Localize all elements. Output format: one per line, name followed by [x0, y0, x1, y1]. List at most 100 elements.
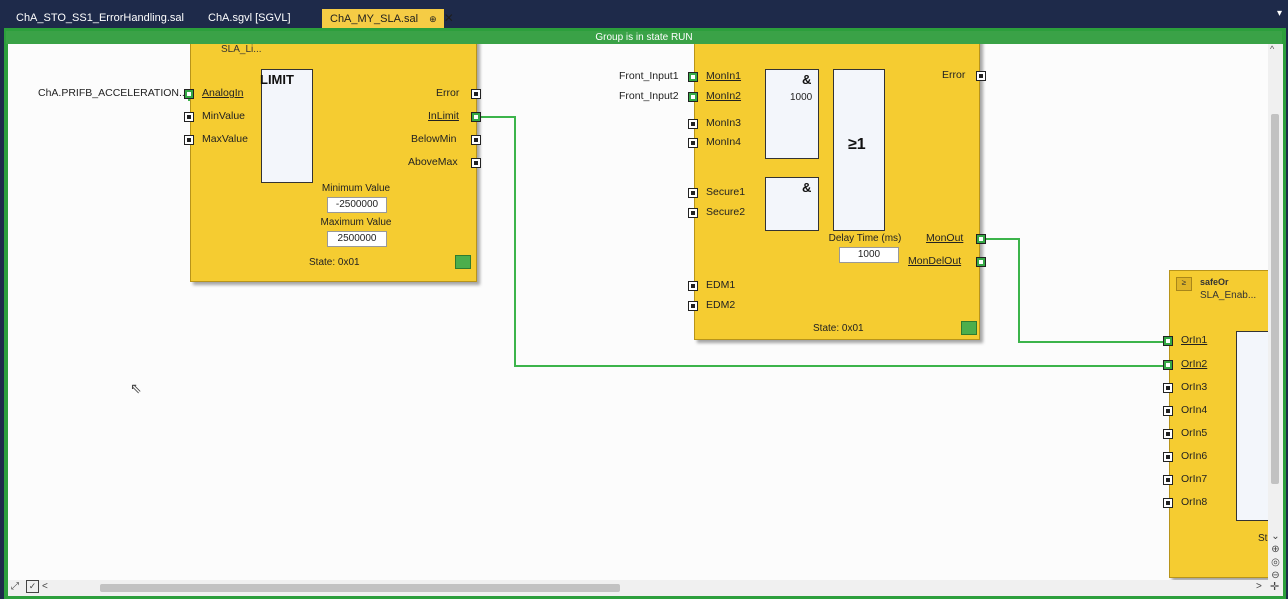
safeor-block[interactable]: ≥ safeOr SLA_Enab... St — [1169, 270, 1268, 578]
horizontal-scroll-thumb[interactable] — [100, 584, 620, 592]
port-mondelout[interactable] — [976, 257, 986, 267]
port-edm1[interactable] — [688, 281, 698, 291]
tool-check-icon[interactable]: ✓ — [26, 580, 39, 593]
port-secure2[interactable] — [688, 208, 698, 218]
pin-label-analogin: AnalogIn — [202, 87, 244, 99]
scroll-down-icon[interactable]: ⌄ — [1268, 530, 1283, 543]
external-input-label-2: Front_Input2 — [619, 90, 679, 102]
close-icon[interactable]: ✕ — [444, 11, 454, 25]
zoom-fit-icon[interactable]: ◎ — [1268, 556, 1283, 569]
pin-label-abovemax: AboveMax — [408, 156, 458, 168]
limit-label: LIMIT — [260, 72, 294, 87]
pin-label-monin1: MonIn1 — [706, 70, 742, 82]
and-gate-1: & 1000 — [765, 69, 819, 159]
pan-icon[interactable]: ✛ — [1270, 580, 1279, 593]
pin-label-orin6: OrIn6 — [1181, 450, 1208, 462]
port-orin5[interactable] — [1163, 429, 1173, 439]
block-title: safeOr — [1200, 277, 1229, 287]
horizontal-scrollbar[interactable]: ⤢ ✓ < > ✛ — [8, 580, 1283, 596]
or-label: ≥1 — [848, 136, 866, 153]
and-label-2: & — [802, 180, 812, 195]
tab-my-sla[interactable]: ChA_MY_SLA.sal ⊕ ✕ — [322, 9, 454, 28]
and-gate-2: & — [765, 177, 819, 231]
pin-label-orin8: OrIn8 — [1181, 496, 1208, 508]
port-orin1[interactable] — [1163, 336, 1173, 346]
pin-label-orin5: OrIn5 — [1181, 427, 1208, 439]
port-inlimit[interactable] — [471, 112, 481, 122]
port-minvalue[interactable] — [184, 112, 194, 122]
port-orin8[interactable] — [1163, 498, 1173, 508]
port-mon-error[interactable] — [976, 71, 986, 81]
status-indicator — [455, 255, 471, 269]
tool-select-icon[interactable]: ⤢ — [11, 581, 19, 592]
block-title: SLA_Li... — [221, 44, 262, 55]
port-orin3[interactable] — [1163, 383, 1173, 393]
or-gate: ≥1 — [833, 69, 885, 231]
vertical-scrollbar[interactable]: ^ — [1268, 44, 1283, 580]
pin-label-orin3: OrIn3 — [1181, 381, 1208, 393]
or-gate-safeor — [1236, 331, 1268, 521]
port-monin3[interactable] — [688, 119, 698, 129]
port-analogin[interactable] — [184, 89, 194, 99]
limit-function-box: LIMIT — [260, 69, 313, 183]
max-value-field[interactable]: 2500000 — [327, 231, 387, 247]
max-value-label: Maximum Value — [320, 217, 392, 228]
tab-errorhandling[interactable]: ChA_STO_SS1_ErrorHandling.sal — [8, 9, 184, 28]
wire-monout-orin1 — [982, 238, 1163, 343]
min-value-label: Minimum Value — [321, 183, 391, 194]
pin-label-edm2: EDM2 — [706, 299, 736, 311]
pin-label-orin2: OrIn2 — [1181, 358, 1208, 370]
status-indicator — [961, 321, 977, 335]
scroll-right-icon[interactable]: > — [1256, 581, 1262, 592]
port-belowmin[interactable] — [471, 135, 481, 145]
state-text: St — [1258, 533, 1268, 544]
min-value-field[interactable]: -2500000 — [327, 197, 387, 213]
delay-time-label: Delay Time (ms) — [828, 233, 902, 244]
scroll-left-icon[interactable]: < — [42, 581, 48, 592]
port-error[interactable] — [471, 89, 481, 99]
port-maxvalue[interactable] — [184, 135, 194, 145]
port-abovemax[interactable] — [471, 158, 481, 168]
tab-sgvl[interactable]: ChA.sgvl [SGVL] — [200, 9, 300, 28]
port-monin1[interactable] — [688, 72, 698, 82]
port-orin7[interactable] — [1163, 475, 1173, 485]
pin-label-mon-error: Error — [942, 69, 966, 81]
pin-label-orin1: OrIn1 — [1181, 334, 1208, 346]
pin-label-secure1: Secure1 — [706, 186, 746, 198]
document-tab-bar: ChA_STO_SS1_ErrorHandling.sal ChA.sgvl [… — [0, 0, 1288, 28]
zoom-controls: ⌄ ⊕ ◎ ⊖ — [1268, 530, 1283, 582]
tab-label: ChA_MY_SLA.sal — [330, 13, 419, 25]
scroll-up-icon[interactable]: ^ — [1270, 44, 1274, 54]
port-orin6[interactable] — [1163, 452, 1173, 462]
state-text: State: 0x01 — [813, 323, 864, 334]
vertical-scroll-thumb[interactable] — [1271, 114, 1279, 484]
pin-label-monin3: MonIn3 — [706, 117, 742, 129]
delay-time-field[interactable]: 1000 — [839, 247, 899, 263]
zoom-in-icon[interactable]: ⊕ — [1268, 543, 1283, 556]
external-input-label-1: Front_Input1 — [619, 70, 679, 82]
tab-label: ChA.sgvl [SGVL] — [208, 12, 291, 24]
pin-label-orin7: OrIn7 — [1181, 473, 1208, 485]
block-subtitle: SLA_Enab... — [1200, 290, 1257, 301]
pin-label-monout: MonOut — [926, 232, 964, 244]
pin-label-inlimit: InLimit — [428, 110, 459, 122]
port-monout[interactable] — [976, 234, 986, 244]
tab-label: ChA_STO_SS1_ErrorHandling.sal — [16, 12, 184, 24]
port-monin4[interactable] — [688, 138, 698, 148]
pin-icon[interactable]: ⊕ — [429, 14, 437, 24]
port-monin2[interactable] — [688, 92, 698, 102]
dropdown-arrow-icon[interactable]: ▾ — [1277, 8, 1282, 19]
pin-label-monin4: MonIn4 — [706, 136, 742, 148]
group-state-bar: Group is in state RUN — [6, 31, 1282, 44]
port-orin2[interactable] — [1163, 360, 1173, 370]
pin-label-edm1: EDM1 — [706, 279, 736, 291]
port-edm2[interactable] — [688, 301, 698, 311]
pin-label-error: Error — [436, 87, 460, 99]
port-orin4[interactable] — [1163, 406, 1173, 416]
timer-value: 1000 — [790, 92, 813, 103]
pin-label-orin4: OrIn4 — [1181, 404, 1208, 416]
diagram-canvas[interactable]: SLA_Li... LIMIT Minimum Value -2500000 M… — [8, 44, 1268, 580]
pin-label-secure2: Secure2 — [706, 206, 746, 218]
pin-label-monin2: MonIn2 — [706, 90, 742, 102]
port-secure1[interactable] — [688, 188, 698, 198]
